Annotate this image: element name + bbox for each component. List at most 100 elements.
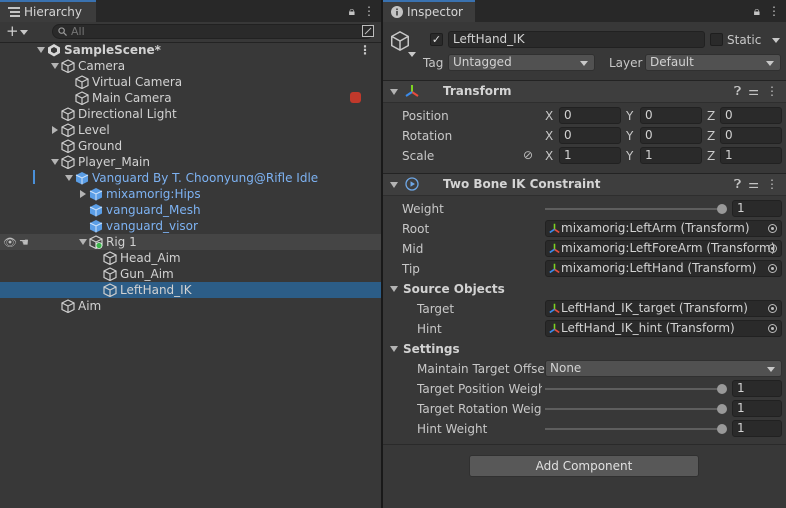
tip-object-text: mixamorig:LeftHand (Transform)	[561, 261, 757, 275]
source-objects-label[interactable]: Source Objects	[403, 282, 505, 296]
hierarchy-row[interactable]: Gun_Aim	[0, 266, 381, 282]
hierarchy-row[interactable]: Aim	[0, 298, 381, 314]
two-bone-ik-header[interactable]: Two Bone IK Constraint ❓︎ ⚌ ⋮	[383, 173, 786, 196]
preset-sliders-icon[interactable]: ⚌	[748, 177, 759, 191]
static-dropdown-arrow[interactable]	[772, 38, 780, 43]
object-picker-icon[interactable]	[768, 244, 777, 253]
rotation-x-field[interactable]: 0	[559, 127, 621, 144]
hierarchy-row[interactable]: Player_Main	[0, 154, 381, 170]
add-component-button[interactable]: Add Component	[469, 455, 699, 477]
kebab-menu-icon[interactable]: ⋮	[766, 84, 778, 98]
position-x-field[interactable]: 0	[559, 107, 621, 124]
object-picker-icon[interactable]	[768, 224, 777, 233]
target-position-weight-track[interactable]	[545, 388, 725, 390]
fold-arrow-down-icon[interactable]	[51, 159, 59, 165]
help-icon[interactable]: ❓︎	[734, 84, 741, 98]
scale-x-field[interactable]: 1	[559, 147, 621, 164]
fold-arrow-down-icon[interactable]	[37, 47, 45, 53]
lock-icon[interactable]: 🔒︎	[754, 4, 760, 18]
hierarchy-row[interactable]: LeftHand_IK	[0, 282, 381, 298]
pick-hand-icon[interactable]: ☚	[19, 236, 29, 249]
rotation-label: Rotation	[402, 129, 453, 143]
fold-arrow-down-icon[interactable]	[390, 182, 398, 188]
fold-arrow-right-icon[interactable]	[80, 190, 86, 198]
object-name-field[interactable]: LeftHand_IK	[448, 31, 705, 48]
layer-dropdown[interactable]: Default	[645, 54, 781, 71]
preset-sliders-icon[interactable]: ⚌	[748, 84, 759, 98]
hierarchy-row[interactable]: Head_Aim	[0, 250, 381, 266]
object-icon-dropdown[interactable]	[408, 52, 416, 57]
constraint-play-icon	[405, 177, 419, 191]
hierarchy-row[interactable]: Main Camera	[0, 90, 381, 106]
mid-object-field[interactable]: mixamorig:LeftForeArm (Transform)	[545, 240, 782, 257]
position-z-field[interactable]: 0	[720, 107, 782, 124]
tag-dropdown[interactable]: Untagged	[448, 54, 595, 71]
hint-weight-thumb[interactable]	[717, 424, 727, 434]
tab-hierarchy[interactable]: Hierarchy	[0, 0, 96, 22]
rotation-y-field[interactable]: 0	[640, 127, 702, 144]
hierarchy-row[interactable]: Directional Light	[0, 106, 381, 122]
kebab-menu-icon[interactable]: ⋮	[766, 177, 778, 191]
search-input[interactable]	[71, 25, 341, 38]
gameobject-cube-icon	[61, 139, 75, 153]
settings-fold-icon[interactable]	[390, 346, 398, 352]
constrain-proportions-icon[interactable]: ⊘	[523, 148, 533, 162]
hierarchy-row[interactable]: Level	[0, 122, 381, 138]
target-rotation-weight-field[interactable]: 1	[732, 400, 782, 417]
list-icon	[8, 7, 20, 17]
hierarchy-row[interactable]: Ground	[0, 138, 381, 154]
target-rotation-weight-track[interactable]	[545, 408, 725, 410]
hierarchy-row[interactable]: Camera	[0, 58, 381, 74]
hierarchy-tab-tools: 🔒︎ ⋮	[341, 4, 375, 19]
root-object-field[interactable]: mixamorig:LeftArm (Transform)	[545, 220, 782, 237]
create-button[interactable]: +	[6, 23, 36, 40]
hierarchy-row[interactable]: vanguard_visor	[0, 218, 381, 234]
transform-header[interactable]: Transform ❓︎ ⚌ ⋮	[383, 80, 786, 103]
weight-slider-track[interactable]	[545, 208, 725, 210]
fold-arrow-down-icon[interactable]	[79, 239, 87, 245]
rotation-z-field[interactable]: 0	[720, 127, 782, 144]
object-picker-icon[interactable]	[768, 324, 777, 333]
tab-inspector[interactable]: Inspector	[383, 0, 475, 22]
layer-label: Layer	[609, 56, 643, 70]
eye-icon[interactable]: 👁︎	[3, 236, 17, 249]
fold-arrow-down-icon[interactable]	[390, 89, 398, 95]
kebab-menu-icon[interactable]: ⋮	[363, 4, 375, 18]
hierarchy-row[interactable]: mixamorig:Hips	[0, 186, 381, 202]
hierarchy-row-label: Gun_Aim	[120, 267, 174, 281]
hint-weight-field[interactable]: 1	[732, 420, 782, 437]
static-checkbox[interactable]	[710, 33, 723, 46]
target-position-weight-thumb[interactable]	[717, 384, 727, 394]
kebab-menu-icon[interactable]: ⋮	[768, 4, 780, 18]
target-object-field[interactable]: LeftHand_IK_target (Transform)	[545, 300, 782, 317]
fold-arrow-down-icon[interactable]	[51, 63, 59, 69]
hierarchy-row[interactable]: vanguard_Mesh	[0, 202, 381, 218]
help-icon[interactable]: ❓︎	[734, 177, 741, 191]
weight-slider-thumb[interactable]	[717, 204, 727, 214]
active-checkbox[interactable]: ✓	[430, 33, 443, 46]
hint-object-field[interactable]: LeftHand_IK_hint (Transform)	[545, 320, 782, 337]
object-picker-icon[interactable]	[768, 304, 777, 313]
scene-filter-icon[interactable]	[362, 25, 374, 37]
weight-value-field[interactable]: 1	[732, 200, 782, 217]
maintain-target-offset-dropdown[interactable]: None	[545, 360, 782, 377]
position-y-field[interactable]: 0	[640, 107, 702, 124]
scale-y-field[interactable]: 1	[640, 147, 702, 164]
settings-label[interactable]: Settings	[403, 342, 460, 356]
scale-z-field[interactable]: 1	[720, 147, 782, 164]
weight-label: Weight	[402, 202, 444, 216]
target-position-weight-field[interactable]: 1	[732, 380, 782, 397]
fold-arrow-down-icon[interactable]	[65, 175, 73, 181]
scene-row[interactable]: SampleScene* ⋮	[0, 42, 381, 58]
hierarchy-row[interactable]: Rig 1	[0, 234, 381, 250]
tip-object-field[interactable]: mixamorig:LeftHand (Transform)	[545, 260, 782, 277]
lock-icon[interactable]: 🔒︎	[349, 4, 355, 18]
target-rotation-weight-thumb[interactable]	[717, 404, 727, 414]
hierarchy-row[interactable]: Vanguard By T. Choonyung@Rifle Idle	[0, 170, 381, 186]
fold-arrow-right-icon[interactable]	[52, 126, 58, 134]
hint-weight-track[interactable]	[545, 428, 725, 430]
source-objects-fold-icon[interactable]	[390, 286, 398, 292]
object-picker-icon[interactable]	[768, 264, 777, 273]
hierarchy-row[interactable]: Virtual Camera	[0, 74, 381, 90]
kebab-menu-icon[interactable]: ⋮	[359, 42, 371, 58]
